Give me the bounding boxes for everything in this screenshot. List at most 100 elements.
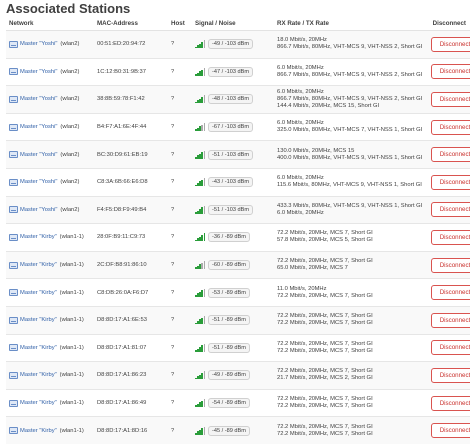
mac-address: 1C:12:B0:31:9B:37 xyxy=(94,57,168,86)
tx-rate: 325.0 Mbit/s, 80MHz, VHT-MCS 7, VHT-NSS … xyxy=(277,127,423,134)
interface-name: (wlan2) xyxy=(60,41,80,48)
disconnect-button[interactable]: Disconnect xyxy=(431,423,470,439)
disconnect-button[interactable]: Disconnect xyxy=(431,64,470,80)
wireless-network-icon xyxy=(9,289,18,297)
disconnect-button[interactable]: Disconnect xyxy=(431,395,470,411)
rate-cell: 72.2 Mbit/s, 20MHz, MCS 7, Short GI 72.2 … xyxy=(274,305,428,335)
signal-cell: -47 / -103 dBm xyxy=(192,57,274,86)
wireless-network-icon xyxy=(9,68,18,76)
signal-cell: -45 / -89 dBm xyxy=(192,416,274,444)
network-name-link[interactable]: Master "Kirby" xyxy=(20,428,57,434)
rate-cell: 72.2 Mbit/s, 20MHz, MCS 7, Short GI 72.2 … xyxy=(274,416,428,444)
network-cell: Master "Yoshi" (wlan2) xyxy=(6,30,94,59)
network-name-link[interactable]: Master "Kirby" xyxy=(20,400,57,406)
network-name-link[interactable]: Master "Yoshi" xyxy=(20,96,57,102)
network-name-link[interactable]: Master "Kirby" xyxy=(20,234,57,240)
signal-noise-badge: -43 / -103 dBm xyxy=(208,177,253,188)
disconnect-button[interactable]: Disconnect xyxy=(431,174,470,190)
network-cell: Master "Kirby" (wlan1-1) xyxy=(6,305,94,335)
signal-cell: -51 / -89 dBm xyxy=(192,333,274,362)
mac-address: F4:F5:D8:F9:49:B4 xyxy=(94,195,168,224)
network-cell: Master "Kirby" (wlan1-1) xyxy=(6,278,94,307)
network-cell: Master "Yoshi" (wlan2) xyxy=(6,85,94,114)
host-name: ? xyxy=(168,333,192,362)
col-mac-header[interactable]: MAC-Address xyxy=(94,17,168,31)
action-cell: Disconnect xyxy=(428,112,470,141)
tx-rate: 72.2 Mbit/s, 20MHz, MCS 7, Short GI xyxy=(277,430,373,437)
network-cell: Master "Yoshi" (wlan2) xyxy=(6,195,94,224)
signal-cell: -36 / -89 dBm xyxy=(192,223,274,252)
table-row: Master "Yoshi" (wlan2) BC:30:D9:61:EB:19? -… xyxy=(6,140,470,169)
rate-cell: 11.0 Mbit/s, 20MHz 72.2 Mbit/s, 20MHz, MC… xyxy=(274,278,428,307)
col-rate-header[interactable]: RX Rate / TX Rate xyxy=(274,17,428,31)
action-cell: Disconnect xyxy=(428,388,470,417)
host-name: ? xyxy=(168,57,192,86)
rx-rate: 130.0 Mbit/s, 20MHz, MCS 15 xyxy=(277,147,355,154)
signal-strength-icon xyxy=(195,67,206,76)
signal-noise-badge: -51 / -89 dBm xyxy=(208,315,250,326)
signal-noise-badge: -67 / -103 dBm xyxy=(208,122,253,133)
signal-strength-icon xyxy=(195,426,206,435)
col-host-header[interactable]: Host xyxy=(168,17,192,31)
host-name: ? xyxy=(168,361,192,390)
disconnect-button[interactable]: Disconnect xyxy=(431,367,470,383)
table-row: Master "Yoshi" (wlan2) B4:F7:A1:6E:4F:44? -… xyxy=(6,112,470,141)
disconnect-button[interactable]: Disconnect xyxy=(431,229,470,245)
disconnect-button[interactable]: Disconnect xyxy=(431,202,470,218)
network-cell: Master "Kirby" (wlan1-1) xyxy=(6,361,94,390)
signal-strength-icon xyxy=(195,95,206,104)
network-name-link[interactable]: Master "Yoshi" xyxy=(20,152,57,158)
table-row: Master "Yoshi" (wlan2) F4:F5:D8:F9:49:B4? -… xyxy=(6,195,470,224)
action-cell: Disconnect xyxy=(428,416,470,444)
signal-strength-icon xyxy=(195,288,206,297)
rx-rate: 433.3 Mbit/s, 80MHz, VHT-MCS 9, VHT-NSS … xyxy=(277,202,423,209)
tx-rate: 866.7 Mbit/s, 80MHz, VHT-MCS 9, VHT-NSS … xyxy=(277,44,423,51)
signal-strength-icon xyxy=(195,261,206,270)
network-name-link[interactable]: Master "Kirby" xyxy=(20,317,57,323)
disconnect-button[interactable]: Disconnect xyxy=(431,91,470,107)
network-cell: Master "Yoshi" (wlan2) xyxy=(6,112,94,141)
disconnect-button[interactable]: Disconnect xyxy=(431,340,470,356)
table-header-row: Network MAC-Address Host Signal / Noise … xyxy=(6,17,470,31)
action-cell: Disconnect xyxy=(428,30,470,59)
network-name-link[interactable]: Master "Kirby" xyxy=(20,372,57,378)
signal-noise-badge: -48 / -103 dBm xyxy=(208,94,253,105)
col-signal-header[interactable]: Signal / Noise xyxy=(192,17,274,31)
action-cell: Disconnect xyxy=(428,223,470,252)
disconnect-button[interactable]: Disconnect xyxy=(431,312,470,328)
disconnect-button[interactable]: Disconnect xyxy=(431,147,470,163)
tx-rate: 866.7 Mbit/s, 80MHz, VHT-MCS 9, VHT-NSS … xyxy=(277,71,423,78)
rx-rate: 11.0 Mbit/s, 20MHz xyxy=(277,285,327,292)
mac-address: 38:8B:59:78:F1:42 xyxy=(94,85,168,114)
network-name-link[interactable]: Master "Yoshi" xyxy=(20,124,57,130)
rate-cell: 6.0 Mbit/s, 20MHz 866.7 Mbit/s, 80MHz, VH… xyxy=(274,85,428,114)
signal-strength-icon xyxy=(195,371,206,380)
host-name: ? xyxy=(168,112,192,141)
action-cell: Disconnect xyxy=(428,361,470,390)
interface-name: (wlan1-1) xyxy=(59,289,84,296)
disconnect-button[interactable]: Disconnect xyxy=(431,119,470,135)
network-name-link[interactable]: Master "Kirby" xyxy=(20,262,57,268)
network-name-link[interactable]: Master "Kirby" xyxy=(20,290,57,296)
network-name-link[interactable]: Master "Kirby" xyxy=(20,345,57,351)
col-network-header[interactable]: Network xyxy=(6,17,94,31)
network-name-link[interactable]: Master "Yoshi" xyxy=(20,179,57,185)
disconnect-button[interactable]: Disconnect xyxy=(431,36,470,52)
mac-address: D8:8D:17:A1:81:07 xyxy=(94,333,168,362)
stations-table: Network MAC-Address Host Signal / Noise … xyxy=(6,17,470,444)
disconnect-button[interactable]: Disconnect xyxy=(431,285,470,301)
disconnect-button[interactable]: Disconnect xyxy=(431,257,470,273)
signal-strength-icon xyxy=(195,205,206,214)
network-cell: Master "Kirby" (wlan1-1) xyxy=(6,250,94,279)
signal-strength-icon xyxy=(195,233,206,242)
network-name-link[interactable]: Master "Yoshi" xyxy=(20,207,57,213)
mac-address: B4:F7:A1:6E:4F:44 xyxy=(94,112,168,141)
mac-address: D8:8D:17:A1:8D:16 xyxy=(94,416,168,444)
network-name-link[interactable]: Master "Yoshi" xyxy=(20,69,57,75)
mac-address: D8:8D:17:A1:86:49 xyxy=(94,388,168,417)
rate-extra: 144.4 Mbit/s, 20MHz, MCS 15, Short GI xyxy=(277,102,380,109)
rate-cell: 72.2 Mbit/s, 20MHz, MCS 7, Short GI 21.7 … xyxy=(274,361,428,390)
rx-rate: 72.2 Mbit/s, 20MHz, MCS 7, Short GI xyxy=(277,230,373,237)
tx-rate: 72.2 Mbit/s, 20MHz, MCS 7, Short GI xyxy=(277,320,373,327)
network-name-link[interactable]: Master "Yoshi" xyxy=(20,41,57,47)
